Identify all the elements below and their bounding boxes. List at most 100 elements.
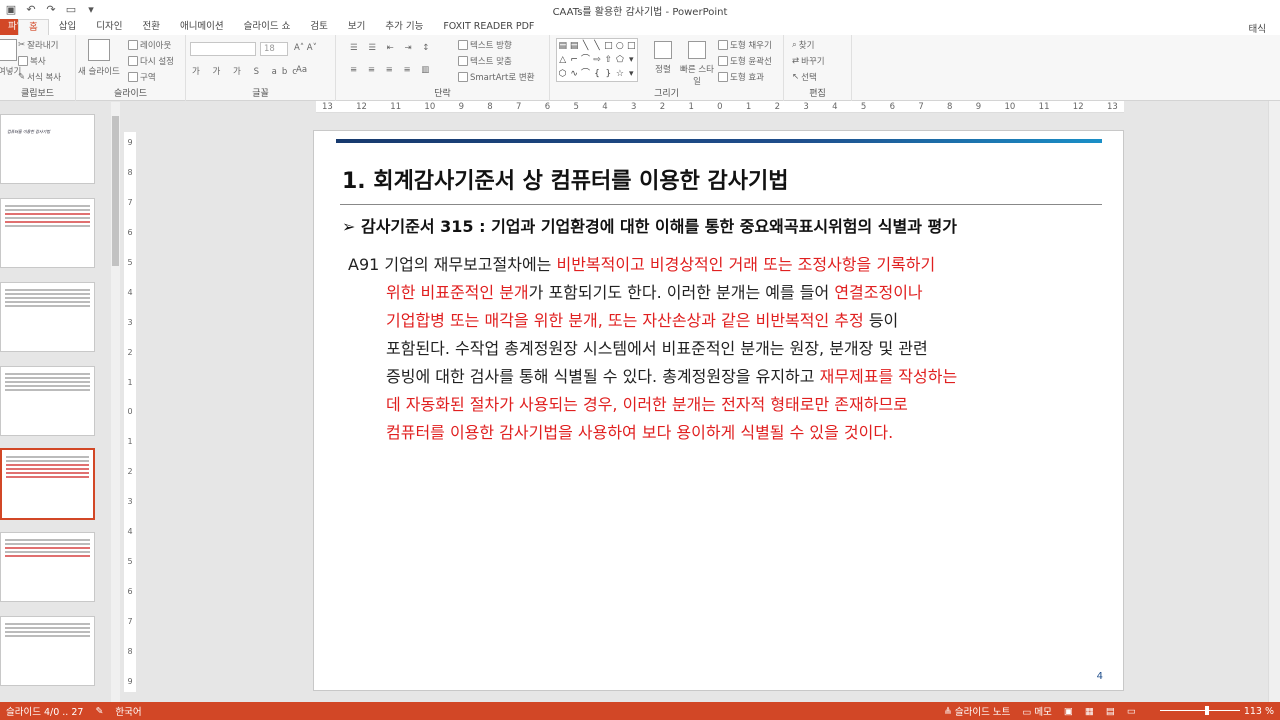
tab-file[interactable]: 파일 xyxy=(0,19,18,35)
tab-addins[interactable]: 추가 기능 xyxy=(375,19,433,35)
bent-line-shape-icon[interactable]: ⌐ xyxy=(568,53,579,67)
smartart-icon xyxy=(458,72,468,82)
body-line: 위한 비표준적인 분개가 포함되기도 한다. 이러한 분개는 예를 들어 연결조… xyxy=(348,279,1108,307)
zoom-slider-knob[interactable] xyxy=(1205,706,1209,715)
textbox-shape-icon[interactable]: ▤ xyxy=(557,39,568,53)
list-buttons[interactable]: ☰ ☰ ⇤ ⇥ ↕ xyxy=(350,43,433,53)
slide-thumbnail-selected[interactable] xyxy=(0,448,95,520)
ruler-tick-label: 3 xyxy=(803,101,809,112)
ruler-tick-label: 5 xyxy=(127,257,133,267)
line-shape-icon[interactable]: ╲ xyxy=(580,39,591,53)
replace-icon: ⇄ xyxy=(792,56,800,66)
tab-review[interactable]: 검토 xyxy=(300,19,337,35)
spellcheck-icon[interactable]: ✎ xyxy=(89,706,109,717)
arc-shape-icon[interactable]: ⌒ xyxy=(580,67,591,81)
tab-insert[interactable]: 삽입 xyxy=(49,19,86,35)
rect2-shape-icon[interactable]: □ xyxy=(626,39,637,53)
font-style-buttons[interactable]: 가 가 가 S abc xyxy=(192,65,302,77)
tab-transitions[interactable]: 전환 xyxy=(132,19,169,35)
scrollbar-thumb[interactable] xyxy=(112,116,119,266)
ruler-tick-label: 3 xyxy=(127,497,133,507)
format-painter-button[interactable]: ✎ 서식 복사 xyxy=(18,71,61,83)
ruler-tick-label: 3 xyxy=(127,317,133,327)
vertical-ruler[interactable]: 9 8 7 6 5 4 3 2 1 0 1 2 3 4 5 6 7 8 9 xyxy=(124,132,136,692)
triangle-shape-icon[interactable]: △ xyxy=(557,53,568,67)
tab-slideshow[interactable]: 슬라이드 쇼 xyxy=(234,19,301,35)
tab-design[interactable]: 디자인 xyxy=(86,19,132,35)
zoom-level[interactable]: 113 % xyxy=(1238,706,1280,717)
horizontal-ruler[interactable]: 13 12 11 10 9 8 7 6 5 4 3 2 1 0 1 2 3 4 5 6 7 8 9 10 11 12 13 xyxy=(316,101,1124,113)
slide-body-text[interactable]: A91 기업의 재무보고절차에는 비반복적이고 비경상적인 거래 또는 조정사항… xyxy=(348,251,1108,447)
ruler-tick-label: 7 xyxy=(127,617,133,626)
more-shapes-icon[interactable]: ▾ xyxy=(626,53,637,67)
shape-fill-button[interactable]: 도형 채우기 xyxy=(718,39,772,51)
language-indicator[interactable]: 한국어 xyxy=(109,704,147,718)
slide-title[interactable]: 1. 회계감사기준서 상 컴퓨터를 이용한 감사기법 xyxy=(342,163,789,195)
align-text-button[interactable]: 텍스트 맞춤 xyxy=(458,55,512,67)
normal-view-icon[interactable]: ▣ xyxy=(1058,706,1079,717)
align-buttons[interactable]: ≡ ≡ ≡ ≡ ▥ xyxy=(350,65,433,75)
font-size-combo[interactable]: 18 xyxy=(260,42,288,56)
rect-shape-icon[interactable]: □ xyxy=(603,39,614,53)
oval-shape-icon[interactable]: ○ xyxy=(614,39,625,53)
ruler-tick-label: 2 xyxy=(774,101,781,112)
brace-left-shape-icon[interactable]: { xyxy=(591,67,602,81)
star-shape-icon[interactable]: ☆ xyxy=(614,67,625,81)
grow-font-button[interactable]: A˄ A˅ xyxy=(294,43,317,53)
tab-foxit[interactable]: FOXIT READER PDF xyxy=(433,19,544,35)
arrow-up-shape-icon[interactable]: ⇧ xyxy=(603,53,614,67)
smartart-button[interactable]: SmartArt로 변환 xyxy=(458,71,535,83)
slide-thumbnail[interactable] xyxy=(0,366,95,436)
find-button[interactable]: ⌕ 찾기 xyxy=(792,39,814,51)
expand-shapes-icon[interactable]: ▾ xyxy=(626,67,637,81)
slide-canvas[interactable]: 1. 회계감사기준서 상 컴퓨터를 이용한 감사기법 ➢ 감사기준서 315 :… xyxy=(313,130,1124,691)
reading-view-icon[interactable]: ▤ xyxy=(1100,706,1121,717)
slide-subtitle[interactable]: ➢ 감사기준서 315 : 기업과 기업환경에 대한 이해를 통한 중요왜곡표시… xyxy=(342,213,957,237)
highlighted-text: 컴퓨터를 이용한 감사기법을 사용하여 보다 용이하게 식별될 수 있을 것이다… xyxy=(386,423,894,442)
slide-thumbnail[interactable]: 컴퓨터를 이용한 감사기법 xyxy=(0,114,95,184)
slide-thumbnail[interactable] xyxy=(0,532,95,602)
clear-format-button[interactable]: Aa xyxy=(296,65,307,75)
sorter-view-icon[interactable]: ▦ xyxy=(1079,706,1100,717)
arrow-right-shape-icon[interactable]: ⇨ xyxy=(591,53,602,67)
slide-thumbnail[interactable] xyxy=(0,282,95,352)
line2-shape-icon[interactable]: ╲ xyxy=(591,39,602,53)
replace-button[interactable]: ⇄ 바꾸기 xyxy=(792,55,825,67)
copy-button[interactable]: 복사 xyxy=(18,55,46,67)
slideshow-view-icon[interactable]: ▭ xyxy=(1121,706,1142,717)
section-button[interactable]: 구역 xyxy=(128,71,156,83)
user-name[interactable]: 태식 xyxy=(1249,21,1266,35)
thumbnail-title: 컴퓨터를 이용한 감사기법 xyxy=(7,129,51,134)
select-button[interactable]: ↖ 선택 xyxy=(792,71,817,83)
notes-button[interactable]: ≜ 슬라이드 노트 xyxy=(938,704,1016,718)
shape-outline-button[interactable]: 도형 윤곽선 xyxy=(718,55,772,67)
slide-thumbnails-panel[interactable]: 컴퓨터를 이용한 감사기법 xyxy=(0,102,110,702)
arrange-button[interactable]: 정렬 xyxy=(654,41,672,75)
textbox2-shape-icon[interactable]: ▤ xyxy=(568,39,579,53)
comments-button[interactable]: ▭ 메모 xyxy=(1016,704,1057,718)
wave-shape-icon[interactable]: ∿ xyxy=(568,67,579,81)
slide-scrollbar[interactable] xyxy=(1268,101,1280,702)
text-direction-button[interactable]: 텍스트 방향 xyxy=(458,39,512,51)
tab-view[interactable]: 보기 xyxy=(338,19,375,35)
ruler-tick-label: 11 xyxy=(1038,101,1050,112)
font-family-combo[interactable] xyxy=(190,42,256,56)
layout-button[interactable]: 레이아웃 xyxy=(128,39,171,51)
brace-right-shape-icon[interactable]: } xyxy=(603,67,614,81)
reset-button[interactable]: 다시 설정 xyxy=(128,55,174,67)
quick-styles-button[interactable]: 빠른 스타일 xyxy=(680,41,714,87)
shapes-gallery[interactable]: ▤ ▤ ╲ ╲ □ ○ □ △ ⌐ ⌒ ⇨ ⇧ ⬠ ▾ ⬡ ∿ ⌒{} ☆ ▾ xyxy=(556,38,638,82)
zoom-slider[interactable] xyxy=(1160,710,1240,711)
freeform-shape-icon[interactable]: ⬡ xyxy=(557,67,568,81)
tab-animations[interactable]: 애니메이션 xyxy=(170,19,234,35)
curve-shape-icon[interactable]: ⌒ xyxy=(580,53,591,67)
slide-thumbnail[interactable] xyxy=(0,616,95,686)
tab-home[interactable]: 홈 xyxy=(18,19,49,35)
slide-thumbnail[interactable] xyxy=(0,198,95,268)
shape-effects-button[interactable]: 도형 효과 xyxy=(718,71,764,83)
thumbnails-scrollbar[interactable] xyxy=(111,102,120,702)
body-line: A91 기업의 재무보고절차에는 비반복적이고 비경상적인 거래 또는 조정사항… xyxy=(348,251,1108,279)
new-slide-button[interactable]: 새 슬라이드 xyxy=(78,39,120,77)
pentagon-shape-icon[interactable]: ⬠ xyxy=(614,53,625,67)
cut-button[interactable]: ✂ 잘라내기 xyxy=(18,39,58,51)
